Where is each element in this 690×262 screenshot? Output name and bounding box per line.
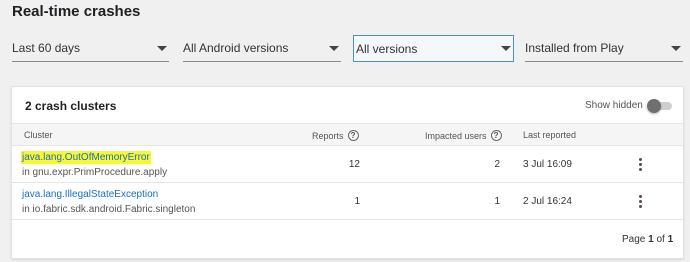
table-header: Cluster Reports ? Impacted users ? Last … [12, 123, 683, 146]
help-circle-icon[interactable]: ? [347, 130, 359, 141]
exception-location: in io.fabric.sdk.android.Fabric.singleto… [22, 204, 196, 215]
pagination-total: 1 [667, 234, 674, 245]
pagination: Page 1 of 1 [622, 234, 673, 245]
date-range-dropdown[interactable]: Last 60 days [12, 35, 169, 62]
header-impacted-users: Impacted users ? [425, 130, 502, 141]
help-circle-icon[interactable]: ? [490, 130, 502, 141]
header-reports-label: Reports [312, 130, 344, 141]
show-hidden-toggle[interactable] [647, 99, 673, 113]
last-reported-date: 3 Jul 16:09 [523, 159, 572, 170]
android-version-value: All Android versions [183, 41, 289, 55]
last-reported-date: 2 Jul 16:24 [523, 196, 572, 207]
date-range-value: Last 60 days [12, 41, 81, 55]
toggle-knob [647, 99, 661, 113]
reports-count: 12 [348, 159, 360, 170]
install-source-dropdown[interactable]: Installed from Play [525, 35, 683, 62]
app-version-value: All versions [356, 41, 418, 56]
crash-clusters-card: 2 crash clusters Show hidden Cluster Rep… [11, 86, 684, 259]
pagination-of: of [656, 234, 665, 245]
reports-count: 1 [354, 196, 360, 207]
show-hidden-label: Show hidden [585, 100, 643, 111]
header-cluster: Cluster [24, 130, 53, 140]
table-row[interactable]: java.lang.IllegalStateException in io.fa… [12, 183, 683, 220]
chevron-down-icon [329, 45, 339, 51]
exception-location: in gnu.expr.PrimProcedure.apply [22, 167, 168, 178]
header-last-reported-label: Last reported [523, 130, 577, 140]
more-vert-icon[interactable] [637, 195, 643, 209]
header-last-reported: Last reported [523, 130, 576, 140]
pagination-prefix: Page [622, 234, 646, 245]
pagination-current: 1 [648, 234, 654, 245]
chevron-down-icon [157, 45, 167, 51]
impacted-users-count: 1 [494, 196, 500, 207]
header-cluster-label: Cluster [24, 130, 53, 140]
install-source-value: Installed from Play [525, 41, 624, 55]
exception-link[interactable]: java.lang.OutOfMemoryError [21, 151, 151, 164]
more-vert-icon[interactable] [637, 158, 643, 172]
impacted-users-count: 2 [494, 159, 500, 170]
exception-link[interactable]: java.lang.IllegalStateException [21, 188, 159, 201]
chevron-down-icon [671, 45, 681, 51]
page-title: Real-time crashes [12, 3, 141, 20]
crashes-page: Real-time crashes Last 60 days All Andro… [0, 0, 690, 262]
app-version-dropdown[interactable]: All versions [353, 35, 514, 62]
header-impacted-users-label: Impacted users [425, 130, 487, 141]
chevron-down-icon [501, 46, 511, 51]
header-reports: Reports ? [312, 130, 359, 141]
android-version-dropdown[interactable]: All Android versions [183, 35, 341, 62]
card-title: 2 crash clusters [25, 99, 117, 113]
table-row[interactable]: java.lang.OutOfMemoryError in gnu.expr.P… [12, 146, 683, 183]
